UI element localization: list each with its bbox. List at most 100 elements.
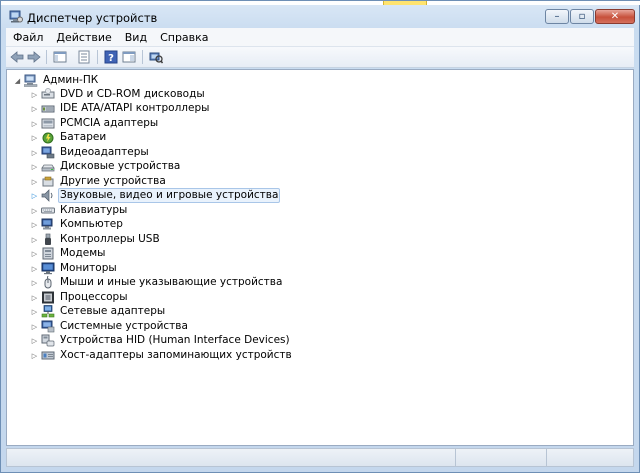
tree-item-label: Мыши и иные указывающие устройства — [60, 276, 283, 288]
processor-icon — [42, 291, 54, 304]
tree-item-label: Сетевые адаптеры — [60, 305, 166, 317]
monitor-icon — [41, 262, 55, 275]
expand-arrow-icon[interactable]: ▷ — [30, 221, 39, 229]
help-icon[interactable]: ? — [104, 50, 118, 64]
expand-arrow-icon[interactable]: ▷ — [30, 308, 39, 316]
tree-item-label: Процессоры — [60, 291, 128, 303]
storage-controller-icon — [41, 351, 55, 360]
tree-item-processors[interactable]: ▷ Процессоры — [30, 290, 130, 305]
properties-icon[interactable] — [77, 50, 91, 64]
battery-icon — [42, 132, 54, 144]
tree-item-hid[interactable]: ▷ Устройства HID (Human Interface Device… — [30, 333, 292, 348]
usb-icon — [45, 233, 51, 245]
tree-root[interactable]: ◢ Админ-ПК — [13, 73, 100, 88]
tree-item-computer[interactable]: ▷ Компьютер — [30, 217, 125, 232]
tree-item-label: Батареи — [60, 131, 107, 143]
computer-monitor-icon — [41, 218, 53, 230]
window-title: Диспетчер устройств — [27, 11, 158, 25]
expand-arrow-icon[interactable]: ▷ — [30, 207, 39, 215]
menu-bar: Файл Действие Вид Справка — [6, 28, 634, 47]
tree-item-label: Компьютер — [60, 218, 123, 230]
tree-item-ide[interactable]: ▷ IDE ATA/ATAPI контроллеры — [30, 101, 211, 116]
expand-arrow-icon[interactable]: ▷ — [30, 178, 39, 186]
tree-item-mice[interactable]: ▷ Мыши и иные указывающие устройства — [30, 275, 284, 290]
expand-arrow-icon[interactable]: ▷ — [30, 323, 39, 331]
maximize-button[interactable]: ▫ — [570, 9, 594, 24]
expand-arrow-icon[interactable]: ▷ — [30, 352, 39, 360]
tree-item-label: Другие устройства — [60, 175, 166, 187]
expand-arrow-icon[interactable]: ▷ — [30, 149, 39, 157]
tree-item-label: Мониторы — [60, 262, 117, 274]
pcmcia-adapter-icon — [41, 118, 55, 129]
tree-item-modems[interactable]: ▷ Модемы — [30, 246, 107, 261]
toolbar: ? — [6, 47, 634, 68]
expand-arrow-icon[interactable]: ▷ — [30, 279, 39, 287]
status-cell — [7, 449, 456, 466]
tree-item-label: PCMCIA адаптеры — [60, 117, 159, 129]
tree-item-usb[interactable]: ▷ Контроллеры USB — [30, 232, 162, 247]
expand-arrow-icon[interactable]: ▷ — [30, 105, 39, 113]
menu-view[interactable]: Вид — [118, 28, 153, 44]
show-action-pane-icon[interactable] — [122, 50, 136, 64]
tree-item-dvd[interactable]: ▷ DVD и CD-ROM дисководы — [30, 87, 207, 102]
back-arrow-icon[interactable] — [10, 50, 24, 64]
minimize-icon: – — [554, 11, 560, 22]
tree-item-label: Видеоадаптеры — [60, 146, 149, 158]
status-cell — [456, 449, 547, 466]
toolbar-separator — [142, 50, 143, 64]
tree-item-label: Звуковые, видео и игровые устройства — [58, 188, 281, 203]
menu-file[interactable]: Файл — [6, 28, 49, 44]
menu-help[interactable]: Справка — [153, 28, 214, 44]
tree-item-keyboards[interactable]: ▷ Клавиатуры — [30, 203, 129, 218]
close-icon: ✕ — [610, 11, 620, 22]
tree-item-sound[interactable]: ▷ Звуковые, видео и игровые устройства — [30, 188, 281, 203]
expand-arrow-icon[interactable]: ▷ — [30, 265, 39, 273]
expand-arrow-icon[interactable]: ▷ — [30, 337, 39, 345]
expand-arrow-icon[interactable]: ▷ — [30, 294, 39, 302]
display-adapter-icon — [41, 146, 55, 159]
tree-item-label: IDE ATA/ATAPI контроллеры — [60, 102, 210, 114]
forward-arrow-icon[interactable] — [27, 50, 41, 64]
toolbar-separator — [97, 50, 98, 64]
scan-hardware-icon[interactable] — [149, 50, 163, 64]
expand-arrow-icon[interactable]: ▷ — [30, 91, 39, 99]
hid-icon — [41, 334, 55, 347]
disk-drive-icon — [41, 164, 55, 172]
tree-item-network[interactable]: ▷ Сетевые адаптеры — [30, 304, 167, 319]
expand-arrow-icon[interactable]: ▷ — [30, 134, 39, 142]
tree-root-label: Админ-ПК — [43, 74, 99, 86]
menu-action[interactable]: Действие — [49, 28, 117, 44]
mouse-icon — [44, 276, 52, 289]
expand-arrow-icon[interactable]: ▷ — [30, 192, 39, 200]
collapse-arrow-icon[interactable]: ◢ — [13, 77, 22, 85]
title-bar[interactable]: Диспетчер устройств – ▫ ✕ — [1, 6, 640, 28]
tree-item-system-devices[interactable]: ▷ Системные устройства — [30, 319, 190, 334]
expand-arrow-icon[interactable]: ▷ — [30, 163, 39, 171]
tree-item-other-devices[interactable]: ▷ Другие устройства — [30, 174, 168, 189]
device-manager-window: Диспетчер устройств – ▫ ✕ Файл Действие Ви… — [0, 0, 640, 473]
ide-controller-icon — [41, 105, 55, 113]
sound-icon — [41, 189, 53, 202]
device-tree[interactable]: ◢ Админ-ПК ▷ DVD и CD-ROM дисководы ▷ ID… — [6, 69, 634, 446]
tree-item-label: Клавиатуры — [60, 204, 128, 216]
toolbar-separator — [46, 50, 47, 64]
modem-icon — [42, 247, 54, 260]
tree-item-label: Дисковые устройства — [60, 160, 181, 172]
tree-item-pcmcia[interactable]: ▷ PCMCIA адаптеры — [30, 116, 160, 131]
show-hide-console-tree-icon[interactable] — [53, 50, 67, 64]
expand-arrow-icon[interactable]: ▷ — [30, 236, 39, 244]
system-devices-icon — [41, 320, 55, 333]
tree-item-battery[interactable]: ▷ Батареи — [30, 130, 108, 145]
keyboard-icon — [41, 207, 55, 214]
expand-arrow-icon[interactable]: ▷ — [30, 120, 39, 128]
tree-item-monitors[interactable]: ▷ Мониторы — [30, 261, 119, 276]
tree-item-storage-controllers[interactable]: ▷ Хост-адаптеры запоминающих устройств — [30, 348, 294, 363]
minimize-button[interactable]: – — [545, 9, 569, 24]
caption-buttons: – ▫ ✕ — [544, 9, 635, 26]
expand-arrow-icon[interactable]: ▷ — [30, 250, 39, 258]
tree-item-label: Системные устройства — [60, 320, 188, 332]
tree-item-label: Устройства HID (Human Interface Devices) — [60, 334, 290, 346]
close-button[interactable]: ✕ — [595, 9, 635, 24]
tree-item-display-adapters[interactable]: ▷ Видеоадаптеры — [30, 145, 151, 160]
tree-item-disk-drives[interactable]: ▷ Дисковые устройства — [30, 159, 182, 174]
